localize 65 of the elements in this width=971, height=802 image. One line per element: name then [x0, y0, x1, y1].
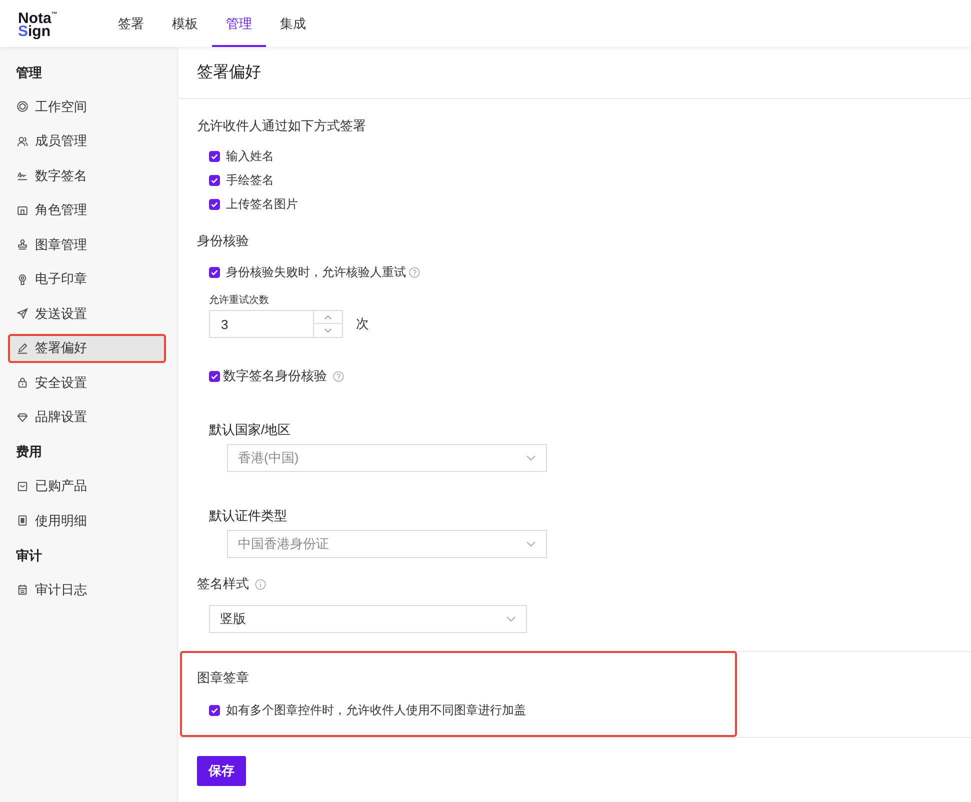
field-label: 允许重试次数	[208, 294, 269, 308]
help-icon	[409, 266, 420, 278]
bag-icon	[17, 480, 28, 492]
checkbox-label: 上传签名图片	[226, 196, 298, 212]
calendar-icon	[17, 584, 28, 595]
sidebar-item[interactable]: 工作空间	[8, 92, 166, 121]
sidebar-item[interactable]: 数字签名	[8, 161, 166, 190]
checkbox[interactable]	[209, 704, 220, 716]
lock-icon	[17, 377, 28, 388]
style-select[interactable]: 竖版	[209, 605, 527, 633]
sidebar-item[interactable]: 签署偏好	[8, 334, 166, 362]
sidebar-item[interactable]: 使用明细	[8, 506, 166, 535]
section-heading: 图章签章	[197, 669, 250, 687]
logo: Nota$^{™}$ Sign	[18, 9, 58, 38]
nav-tab[interactable]: 签署	[104, 0, 158, 47]
folder-icon	[17, 204, 28, 216]
stamp-icon	[17, 239, 28, 250]
sidebar-item[interactable]: 图章管理	[8, 230, 166, 259]
checkbox-label: 输入姓名	[226, 148, 274, 164]
chevron-down-icon	[506, 616, 516, 622]
checkbox-label: 如有多个图章控件时，允许收件人使用不同图章进行加盖	[226, 702, 526, 718]
page-title: 签署偏好	[197, 63, 261, 83]
save-button[interactable]: 保存	[197, 756, 246, 786]
number-input[interactable]: 3	[209, 310, 313, 338]
nav-tab[interactable]: 集成	[266, 0, 320, 47]
diamond-icon	[17, 412, 28, 422]
checkbox[interactable]	[209, 198, 220, 210]
field-label: 默认国家/地区	[208, 421, 291, 439]
nav-tab[interactable]: 模板	[158, 0, 212, 47]
users-icon	[17, 136, 28, 146]
sidebar-item[interactable]: 角色管理	[8, 196, 166, 224]
signature-icon	[17, 170, 28, 181]
document-icon	[17, 515, 28, 526]
sidebar-item[interactable]: 安全设置	[8, 368, 166, 397]
checkbox-label: 手绘签名	[226, 172, 274, 188]
chevron-up-icon	[324, 314, 332, 320]
section-heading: 身份核验	[197, 232, 250, 250]
checkbox[interactable]	[209, 266, 220, 278]
checkbox[interactable]	[209, 150, 220, 162]
sidebar-item[interactable]: 已购产品	[8, 472, 166, 500]
sidebar-item[interactable]: 电子印章	[8, 264, 166, 294]
award-icon	[17, 274, 28, 284]
chevron-down-icon	[526, 455, 536, 461]
help-icon	[333, 370, 344, 382]
field-label: 默认证件类型	[208, 507, 287, 525]
unit-label: 次	[356, 315, 369, 333]
sidebar-item[interactable]: 成员管理	[8, 126, 166, 156]
send-icon	[17, 308, 28, 319]
sidebar-item[interactable]: 审计日志	[8, 575, 166, 604]
field-label: 签名样式	[197, 575, 249, 593]
sidebar-group-title: 管理	[15, 64, 43, 82]
pencil-icon	[17, 342, 28, 354]
checkbox[interactable]	[209, 370, 220, 382]
sidebar-group-title: 费用	[15, 443, 43, 461]
sidebar-item[interactable]: 发送设置	[8, 299, 166, 328]
sidebar-group-title: 审计	[15, 546, 43, 564]
checkbox[interactable]	[209, 174, 220, 186]
info-icon	[255, 578, 266, 590]
sidebar-item[interactable]: 品牌设置	[8, 402, 166, 432]
section-heading: 允许收件人通过如下方式签署	[197, 117, 367, 135]
chevron-down-icon	[324, 328, 332, 333]
checkbox-label: 数字签名身份核验	[223, 367, 327, 385]
chevron-down-icon	[526, 541, 536, 547]
hexagon-icon	[17, 101, 28, 112]
checkbox-label: 身份核验失败时，允许核验人重试	[226, 264, 406, 280]
